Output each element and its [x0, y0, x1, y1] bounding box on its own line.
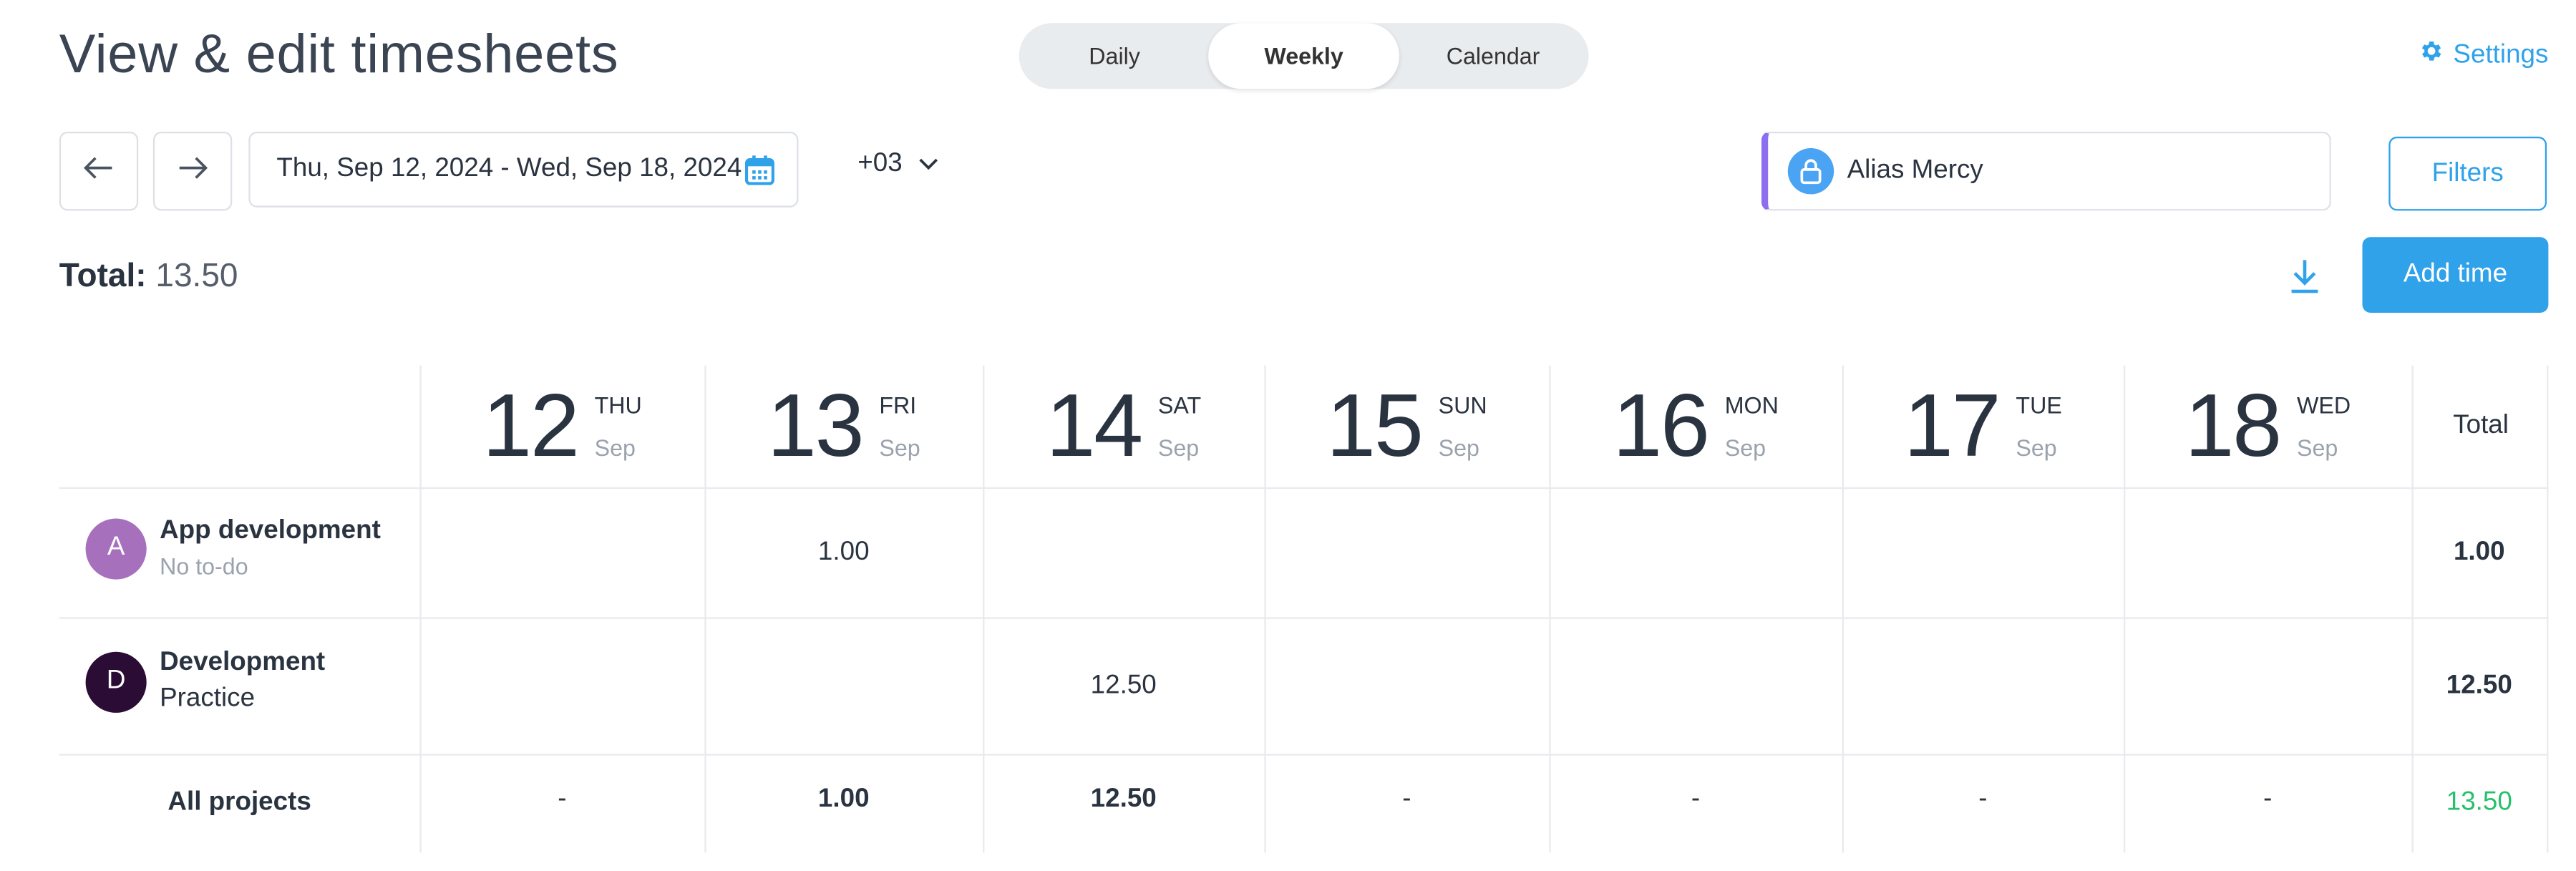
- grid-line: [59, 617, 2549, 619]
- day-header-mon: 16 MON Sep: [1549, 366, 1842, 487]
- day-month: Sep: [1157, 434, 1200, 461]
- day-number: 17: [1903, 376, 2001, 476]
- page-title: View & edit timesheets: [59, 23, 619, 84]
- day-total: 1.00: [817, 785, 870, 814]
- day-of-week: MON: [1724, 391, 1779, 419]
- time-cell[interactable]: 1.00: [704, 538, 983, 568]
- total-value: 13.50: [155, 258, 238, 295]
- total-column-header: Total: [2453, 412, 2509, 440]
- all-projects-label: All projects: [167, 788, 311, 817]
- lock-icon: [1787, 148, 1834, 195]
- settings-link[interactable]: Settings: [2419, 38, 2548, 72]
- day-header-fri: 13 FRI Sep: [704, 366, 983, 487]
- day-total: -: [1402, 785, 1411, 814]
- day-header-sat: 14 SAT Sep: [983, 366, 1264, 487]
- day-header-sun: 15 SUN Sep: [1264, 366, 1549, 487]
- day-month: Sep: [1724, 434, 1766, 461]
- day-total: -: [1691, 785, 1701, 814]
- day-month: Sep: [2296, 434, 2338, 461]
- download-icon: [2287, 260, 2323, 303]
- date-range-picker[interactable]: Thu, Sep 12, 2024 - Wed, Sep 18, 2024: [248, 132, 799, 208]
- prev-week-button[interactable]: [59, 132, 139, 211]
- project-row-label[interactable]: A App development No to-do: [85, 517, 381, 580]
- tab-weekly[interactable]: Weekly: [1208, 23, 1399, 89]
- day-header-wed: 18 WED Sep: [2124, 366, 2412, 487]
- tab-daily[interactable]: Daily: [1019, 23, 1210, 89]
- day-of-week: WED: [2296, 391, 2351, 419]
- grid-line: [59, 754, 2549, 756]
- grid-line: [2411, 365, 2414, 853]
- chevron-down-icon: [919, 150, 939, 179]
- day-number: 15: [1326, 376, 1424, 476]
- project-name: App development: [160, 517, 381, 545]
- filters-button[interactable]: Filters: [2388, 136, 2547, 211]
- day-total: -: [1978, 785, 1988, 814]
- timezone-value: +03: [857, 150, 903, 178]
- project-todo: Practice: [160, 684, 256, 713]
- grid-line: [2547, 365, 2549, 853]
- day-month: Sep: [594, 434, 636, 461]
- day-number: 13: [767, 376, 865, 476]
- total-summary: Total: 13.50: [59, 258, 238, 296]
- day-of-week: FRI: [879, 391, 917, 419]
- user-select[interactable]: Alias Mercy: [1761, 132, 2331, 211]
- day-header-tue: 17 TUE Sep: [1842, 366, 2124, 487]
- day-total: -: [558, 785, 567, 814]
- row-total: 12.50: [2446, 671, 2512, 700]
- time-cell[interactable]: 12.50: [983, 671, 1264, 701]
- timezone-select[interactable]: +03: [857, 150, 938, 179]
- day-of-week: TUE: [2016, 391, 2062, 419]
- calendar-icon: [744, 155, 776, 194]
- app-root: View & edit timesheets Daily Weekly Cale…: [0, 0, 2575, 871]
- view-switcher: Daily Weekly Calendar: [1019, 23, 1589, 89]
- grand-total: 13.50: [2446, 788, 2512, 817]
- user-name: Alias Mercy: [1847, 156, 1983, 185]
- day-number: 12: [482, 376, 580, 476]
- project-row-label[interactable]: D Development Practice: [85, 648, 326, 714]
- project-avatar: A: [85, 517, 147, 579]
- download-button[interactable]: [2287, 257, 2323, 305]
- next-week-button[interactable]: [152, 132, 233, 211]
- tab-calendar[interactable]: Calendar: [1398, 23, 1589, 89]
- add-time-button[interactable]: Add time: [2362, 237, 2549, 313]
- project-avatar: D: [85, 651, 147, 712]
- day-number: 14: [1046, 376, 1143, 476]
- day-of-week: SAT: [1157, 391, 1202, 419]
- settings-label: Settings: [2453, 40, 2549, 69]
- grid-line: [59, 487, 2549, 490]
- day-month: Sep: [2016, 434, 2057, 461]
- day-of-week: SUN: [1438, 391, 1487, 419]
- day-total: -: [2263, 785, 2273, 814]
- day-total: 12.50: [1090, 785, 1157, 814]
- day-month: Sep: [879, 434, 920, 461]
- day-of-week: THU: [594, 391, 642, 419]
- arrow-right-icon: [178, 155, 208, 187]
- gear-icon: [2419, 38, 2445, 72]
- project-name: Development: [160, 648, 326, 677]
- arrow-left-icon: [83, 155, 113, 187]
- project-todo: No to-do: [160, 553, 248, 580]
- row-total: 1.00: [2453, 538, 2505, 567]
- day-number: 18: [2184, 376, 2282, 476]
- day-number: 16: [1613, 376, 1710, 476]
- date-range-text: Thu, Sep 12, 2024 - Wed, Sep 18, 2024: [276, 155, 742, 183]
- day-month: Sep: [1438, 434, 1479, 461]
- day-header-thu: 12 THU Sep: [420, 366, 705, 487]
- total-label: Total:: [59, 258, 147, 295]
